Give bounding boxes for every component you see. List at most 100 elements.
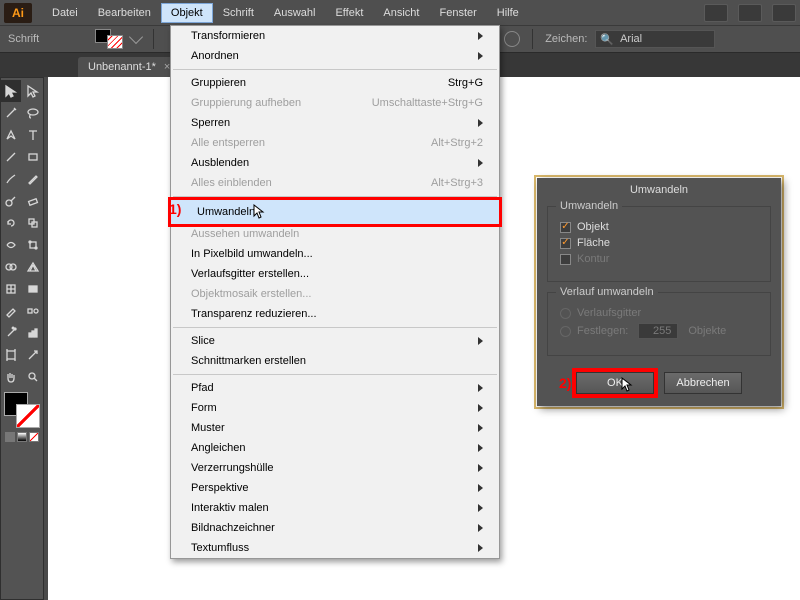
menu-item-label: Slice	[191, 335, 215, 347]
tool-slice[interactable]	[23, 344, 43, 366]
color-swatches[interactable]	[4, 392, 40, 428]
tool-hand[interactable]	[1, 366, 21, 388]
menu-item-umwandeln[interactable]: 1)Umwandeln	[168, 197, 502, 227]
tool-shape-builder[interactable]	[1, 256, 21, 278]
menu-item[interactable]: Interaktiv malen	[171, 498, 499, 518]
tool-free-transform[interactable]	[23, 234, 43, 256]
menu-item[interactable]: Bildnachzeichner	[171, 518, 499, 538]
stroke-swatch[interactable]	[107, 35, 123, 49]
menu-item-label: Schnittmarken erstellen	[191, 355, 306, 367]
opacity-icon[interactable]	[504, 31, 520, 47]
tool-scale[interactable]	[23, 212, 43, 234]
menu-bearbeiten[interactable]: Bearbeiten	[88, 3, 161, 23]
tool-eyedropper[interactable]	[1, 300, 21, 322]
font-family-field[interactable]: 🔍 Arial	[595, 30, 715, 48]
menu-item[interactable]: Slice	[171, 331, 499, 351]
chevron-down-icon[interactable]	[129, 30, 143, 44]
menu-item[interactable]: Transparenz reduzieren...	[171, 304, 499, 324]
menu-fenster[interactable]: Fenster	[429, 3, 486, 23]
color-mode-row	[5, 432, 39, 442]
cancel-button[interactable]: Abbrechen	[664, 372, 742, 394]
tool-selection[interactable]	[1, 80, 21, 102]
tool-paintbrush[interactable]	[1, 168, 21, 190]
color-mode-none[interactable]	[29, 432, 39, 442]
radio-label: Verlaufsgitter	[577, 307, 641, 319]
checkbox-kontur: Kontur	[560, 253, 758, 265]
tool-eraser[interactable]	[23, 190, 43, 212]
menu-ansicht[interactable]: Ansicht	[373, 3, 429, 23]
toolbox	[0, 77, 44, 600]
search-icon: 🔍	[600, 33, 614, 46]
menu-item[interactable]: Textumfluss	[171, 538, 499, 558]
checkbox-label: Fläche	[577, 237, 610, 249]
menu-item[interactable]: Verlaufsgitter erstellen...	[171, 264, 499, 284]
ok-button[interactable]: 2) OK	[576, 372, 654, 394]
submenu-arrow-icon	[478, 404, 483, 412]
tool-zoom[interactable]	[23, 366, 43, 388]
sync-icon[interactable]	[772, 4, 796, 22]
color-mode-solid[interactable]	[5, 432, 15, 442]
tool-perspective-grid[interactable]	[23, 256, 43, 278]
objekt-menu: TransformierenAnordnenGruppierenStrg+GGr…	[170, 25, 500, 559]
application-bar: Ai Datei Bearbeiten Objekt Schrift Auswa…	[0, 0, 800, 25]
document-tab-label: Unbenannt-1*	[88, 61, 156, 73]
menu-objekt[interactable]: Objekt	[161, 3, 213, 23]
tool-symbol-sprayer[interactable]	[1, 322, 21, 344]
layout-selector[interactable]	[704, 4, 728, 22]
menu-item: Alle entsperrenAlt+Strg+2	[171, 133, 499, 153]
tool-rectangle[interactable]	[23, 146, 43, 168]
menu-item-label: Objektmosaik erstellen...	[191, 288, 311, 300]
tool-blob-brush[interactable]	[1, 190, 21, 212]
fill-stroke-swatch[interactable]	[95, 29, 123, 49]
menu-item[interactable]: In Pixelbild umwandeln...	[171, 244, 499, 264]
menu-item[interactable]: Anordnen	[171, 46, 499, 66]
group-umwandeln: Umwandeln Objekt Fläche Kontur	[547, 206, 771, 282]
menu-auswahl[interactable]: Auswahl	[264, 3, 326, 23]
menu-item[interactable]: Angleichen	[171, 438, 499, 458]
arrange-documents[interactable]	[738, 4, 762, 22]
tool-column-graph[interactable]	[23, 322, 43, 344]
stroke-color[interactable]	[16, 404, 40, 428]
tool-gradient[interactable]	[23, 278, 43, 300]
document-tab[interactable]: Unbenannt-1* ×	[78, 57, 180, 77]
menu-item[interactable]: Form	[171, 398, 499, 418]
radio-icon	[560, 308, 571, 319]
menu-separator	[173, 69, 497, 70]
menu-datei[interactable]: Datei	[42, 3, 88, 23]
menu-item[interactable]: Perspektive	[171, 478, 499, 498]
checkbox-flaeche[interactable]: Fläche	[560, 237, 758, 249]
menu-item-label: Alles einblenden	[191, 177, 272, 189]
menu-item[interactable]: GruppierenStrg+G	[171, 73, 499, 93]
tool-blend[interactable]	[23, 300, 43, 322]
tool-width[interactable]	[1, 234, 21, 256]
menu-hilfe[interactable]: Hilfe	[487, 3, 529, 23]
menu-item-label: Perspektive	[191, 482, 248, 494]
menu-item[interactable]: Schnittmarken erstellen	[171, 351, 499, 371]
tool-lasso[interactable]	[23, 102, 43, 124]
submenu-arrow-icon	[478, 52, 483, 60]
app-logo: Ai	[4, 3, 32, 23]
menu-item[interactable]: Ausblenden	[171, 153, 499, 173]
checkbox-objekt[interactable]: Objekt	[560, 221, 758, 233]
tool-line-segment[interactable]	[1, 146, 21, 168]
color-mode-gradient[interactable]	[17, 432, 27, 442]
menu-item[interactable]: Pfad	[171, 378, 499, 398]
tool-direct-selection[interactable]	[23, 80, 43, 102]
tool-artboard[interactable]	[1, 344, 21, 366]
menu-item[interactable]: Transformieren	[171, 26, 499, 46]
menu-item[interactable]: Verzerrungshülle	[171, 458, 499, 478]
menu-schrift[interactable]: Schrift	[213, 3, 264, 23]
tool-mesh[interactable]	[1, 278, 21, 300]
tool-magic-wand[interactable]	[1, 102, 21, 124]
menu-item[interactable]: Muster	[171, 418, 499, 438]
menu-item-label: Bildnachzeichner	[191, 522, 275, 534]
tool-type[interactable]	[23, 124, 43, 146]
menu-item[interactable]: Sperren	[171, 113, 499, 133]
tool-pencil[interactable]	[23, 168, 43, 190]
submenu-arrow-icon	[478, 504, 483, 512]
tool-rotate[interactable]	[1, 212, 21, 234]
menu-shortcut: Strg+G	[448, 77, 483, 89]
tool-pen[interactable]	[1, 124, 21, 146]
menu-effekt[interactable]: Effekt	[325, 3, 373, 23]
font-family-value: Arial	[620, 33, 642, 45]
